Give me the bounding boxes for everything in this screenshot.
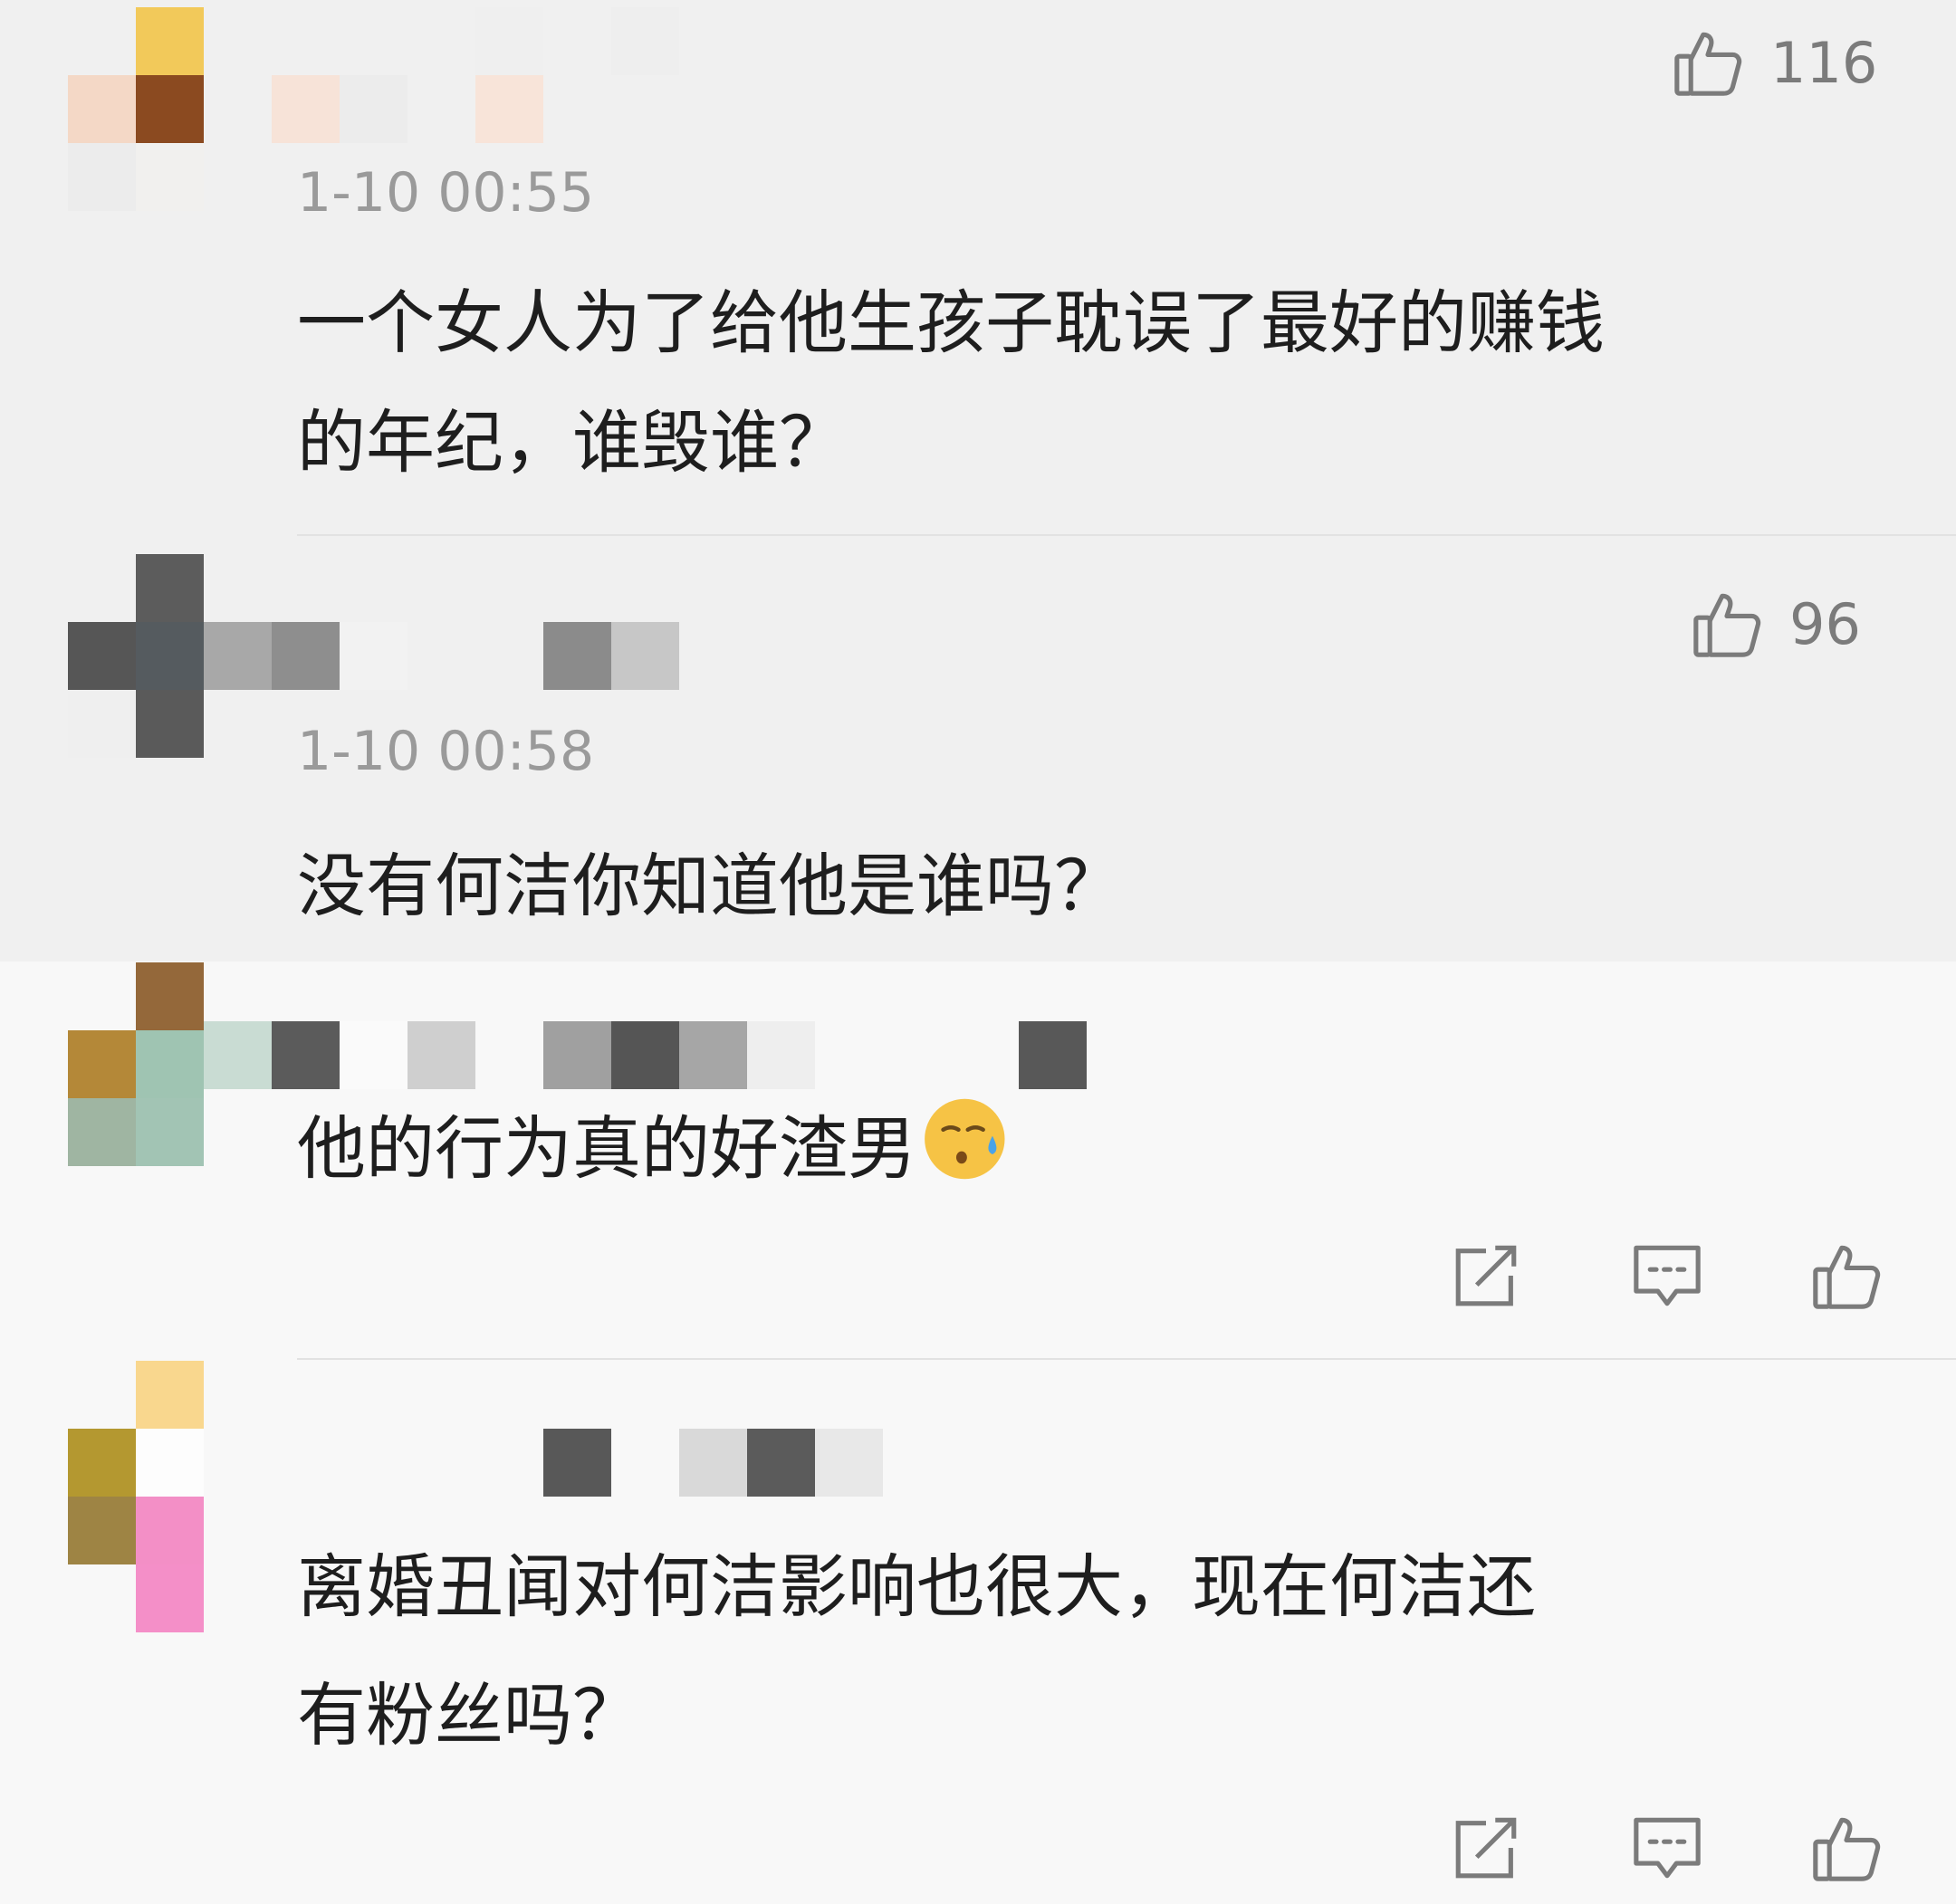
share-button[interactable] (1449, 1239, 1523, 1313)
comment-text-line: 离婚丑闻对何洁影响也很大，现在何洁还 (297, 1546, 1536, 1627)
like-count: 96 (1789, 590, 1861, 657)
thumbs-up-icon (1693, 593, 1761, 657)
reply-button[interactable] (1630, 1811, 1704, 1885)
username-blurred[interactable] (204, 7, 820, 143)
thumbs-up-icon (1674, 32, 1742, 96)
comment-time: 1-10 00:58 (297, 720, 595, 783)
thumbs-up-icon (1813, 1245, 1881, 1309)
reply-thread (0, 0, 1956, 962)
username-blurred[interactable] (204, 1021, 1109, 1089)
share-icon (1455, 1817, 1517, 1879)
comment-text-line: 有粉丝吗？ (297, 1675, 641, 1756)
like-button[interactable]: 96 (1690, 587, 1861, 661)
username-blurred[interactable] (204, 1429, 928, 1497)
comment-text: 他的行为真的好渣男 (297, 1108, 916, 1189)
thumbs-up-icon (1813, 1817, 1881, 1881)
sweat-emoji-icon (920, 1093, 1012, 1224)
avatar[interactable] (68, 962, 204, 1166)
avatar[interactable] (68, 1361, 204, 1632)
username-blurred[interactable] (204, 622, 747, 690)
share-icon (1455, 1245, 1517, 1306)
comment-time: 1-10 00:55 (297, 161, 595, 225)
comment-icon (1634, 1245, 1701, 1306)
comment-text-line: 一个女人为了给他生孩子耽误了最好的赚钱 (297, 282, 1605, 363)
comment-text-line: 没有何洁你知道他是谁吗？ (297, 846, 1123, 926)
like-button[interactable]: 116 (1671, 25, 1877, 100)
like-button[interactable] (1809, 1239, 1884, 1313)
like-count: 116 (1770, 29, 1878, 96)
comment-icon (1634, 1817, 1701, 1879)
avatar[interactable] (68, 7, 204, 211)
reply-button[interactable] (1630, 1239, 1704, 1313)
share-button[interactable] (1449, 1811, 1523, 1885)
divider (297, 534, 1956, 536)
like-button[interactable] (1809, 1811, 1884, 1885)
divider (297, 1358, 1956, 1360)
comment-text-line: 他的行为真的好渣男 (297, 1086, 1012, 1224)
comment-text-line: 的年纪，谁毁谁？ (297, 402, 848, 483)
avatar[interactable] (68, 554, 204, 758)
